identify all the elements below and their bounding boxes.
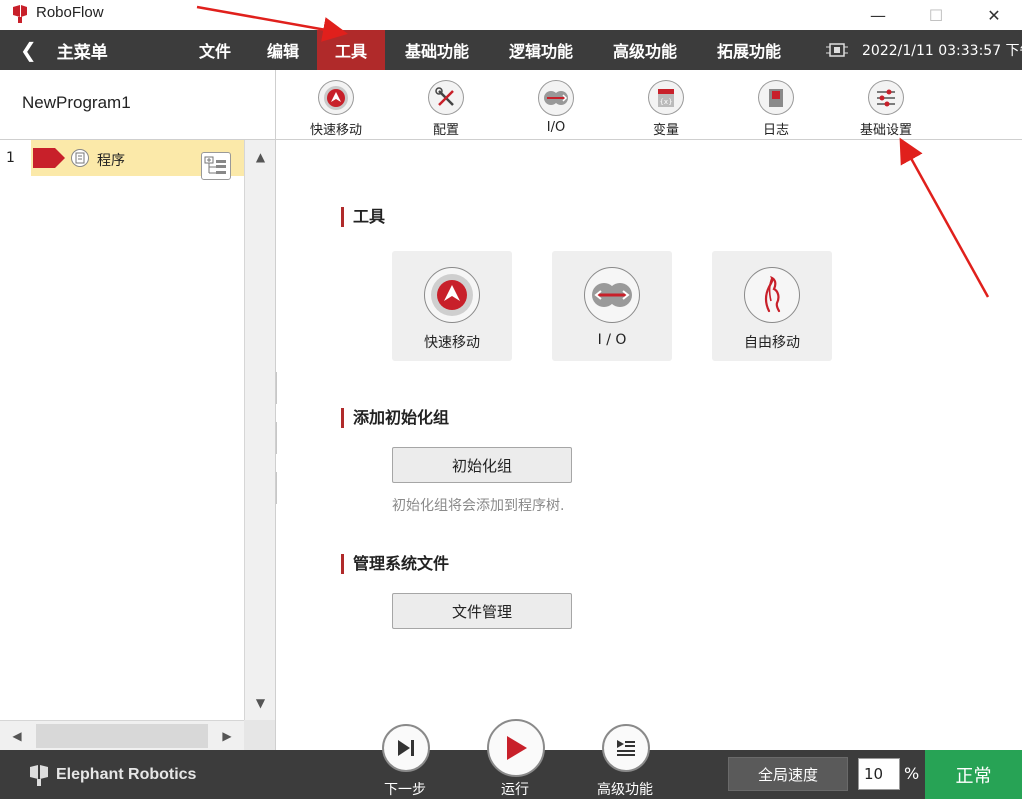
main-menu-button[interactable]: ❮ 主菜单: [0, 30, 130, 70]
horizontal-scroll-thumb[interactable]: [36, 724, 208, 748]
scrollbar-corner: [244, 720, 275, 750]
tree-structure-icon: [204, 156, 226, 174]
datetime-text: 2022/1/11 03:33:57 下午: [862, 43, 1022, 59]
file-manager-button[interactable]: 文件管理: [392, 593, 572, 629]
tools-toolbar: 快速移动 配置 I/O {x} 变量 日志 基础设置: [276, 70, 1022, 140]
title-bar: RoboFlow — ☐ ✕: [0, 0, 1022, 30]
tile-quick-move[interactable]: 快速移动: [392, 251, 512, 361]
run-label: 运行: [501, 782, 529, 798]
global-speed-button[interactable]: 全局速度: [728, 757, 848, 791]
status-clock: 2022/1/11 03:33:57 下午: [826, 30, 1022, 70]
section-title-init-group: 添加初始化组: [341, 408, 449, 428]
tools-content: 工具 快速移动 I / O 自由移动 添加初始化组 初始化组 初始化组将会添加到…: [277, 141, 1022, 750]
scroll-down-arrow-icon[interactable]: ▼: [245, 686, 276, 720]
tile-io[interactable]: I / O: [552, 251, 672, 361]
toolbar-config[interactable]: 配置: [406, 80, 486, 138]
menu-extension-functions[interactable]: 拓展功能: [704, 30, 794, 70]
toolbar-basic-settings[interactable]: 基础设置: [846, 80, 926, 138]
program-name-bar: NewProgram1: [0, 70, 276, 140]
menu-file[interactable]: 文件: [186, 30, 244, 70]
app-title: RoboFlow: [36, 4, 104, 21]
chevron-left-icon: ❮: [20, 38, 37, 62]
settings-sliders-icon: [868, 80, 904, 115]
maximize-button[interactable]: ☐: [907, 0, 965, 30]
io-icon: [584, 267, 640, 323]
close-button[interactable]: ✕: [965, 0, 1022, 30]
elephant-robotics-logo-icon: [30, 765, 48, 786]
maximize-icon: ☐: [928, 5, 944, 25]
status-badge: 正常: [925, 750, 1022, 799]
quick-move-icon: [318, 80, 354, 115]
advanced-label: 高级功能: [597, 782, 653, 798]
toolbar-label: 配置: [432, 123, 459, 138]
tools-icon: [428, 80, 464, 115]
menu-logic-functions[interactable]: 逻辑功能: [496, 30, 586, 70]
tree-row[interactable]: 1 程序: [0, 140, 244, 180]
tile-label: 快速移动: [424, 335, 480, 351]
init-group-hint: 初始化组将会添加到程序树.: [392, 498, 565, 514]
menu-basic-functions[interactable]: 基础功能: [392, 30, 482, 70]
section-title-system-files: 管理系统文件: [341, 554, 449, 574]
minimize-button[interactable]: —: [849, 0, 907, 30]
advanced-run-button[interactable]: [602, 724, 650, 772]
speed-input[interactable]: 10: [858, 758, 900, 790]
next-step-label: 下一步: [384, 782, 426, 798]
io-icon: [538, 80, 574, 116]
roboflow-window: RoboFlow — ☐ ✕ ❮ 主菜单 文件 编辑 工具 基础功能 逻辑功能 …: [0, 0, 1022, 799]
quick-move-icon: [424, 267, 480, 323]
menu-bar: ❮ 主菜单 文件 编辑 工具 基础功能 逻辑功能 高级功能 拓展功能 2022/…: [0, 30, 1022, 70]
toolbar-log[interactable]: 日志: [736, 80, 816, 138]
toolbar-label: 日志: [762, 123, 789, 138]
menu-tools[interactable]: 工具: [317, 30, 385, 70]
hand-icon: [744, 267, 800, 323]
current-line-marker-icon: [33, 148, 65, 168]
advanced-list-icon: [617, 740, 635, 756]
toolbar-variables[interactable]: {x} 变量: [626, 80, 706, 138]
row-number: 1: [6, 150, 15, 166]
toolbar-label: I/O: [546, 120, 566, 135]
tile-label: I / O: [597, 332, 627, 348]
brand-name: Elephant Robotics: [56, 766, 197, 783]
expand-tree-button[interactable]: [201, 152, 231, 180]
tile-free-move[interactable]: 自由移动: [712, 251, 832, 361]
menu-edit[interactable]: 编辑: [254, 30, 312, 70]
roboflow-logo-icon: [13, 5, 27, 23]
next-step-button[interactable]: [382, 724, 430, 772]
tree-row-label: 程序: [97, 153, 125, 169]
scroll-right-arrow-icon[interactable]: ▶: [210, 721, 244, 751]
run-button[interactable]: [487, 719, 545, 777]
horizontal-scrollbar[interactable]: ◀ ▶: [0, 720, 244, 750]
scroll-left-arrow-icon[interactable]: ◀: [0, 721, 34, 751]
toolbar-quick-move[interactable]: 快速移动: [296, 80, 376, 138]
minimize-icon: —: [870, 5, 886, 25]
controller-chip-icon: [826, 43, 848, 57]
init-group-button[interactable]: 初始化组: [392, 447, 572, 483]
main-menu-label: 主菜单: [56, 42, 108, 63]
close-icon: ✕: [987, 5, 1001, 25]
document-icon: [71, 149, 89, 167]
program-name: NewProgram1: [22, 93, 131, 112]
program-tree-panel: 1 程序 ▲ ▼ ◀ ▶: [0, 140, 276, 750]
variable-icon: {x}: [648, 80, 684, 115]
vertical-scrollbar[interactable]: ▲ ▼: [244, 140, 275, 720]
step-forward-icon: [398, 740, 414, 756]
toolbar-label: 快速移动: [309, 123, 362, 138]
scroll-up-arrow-icon[interactable]: ▲: [245, 140, 276, 174]
tree-row-selected[interactable]: 程序: [31, 140, 244, 180]
menu-advanced-functions[interactable]: 高级功能: [600, 30, 690, 70]
toolbar-label: 基础设置: [859, 123, 912, 138]
speed-unit: %: [904, 764, 920, 783]
section-title-tools: 工具: [341, 207, 385, 227]
play-icon: [507, 736, 527, 760]
svg-text:{x}: {x}: [659, 98, 672, 106]
log-icon: [758, 80, 794, 115]
brand: Elephant Robotics: [28, 763, 196, 787]
toolbar-io[interactable]: I/O: [516, 80, 596, 138]
toolbar-label: 变量: [652, 123, 679, 138]
tile-label: 自由移动: [744, 335, 800, 351]
